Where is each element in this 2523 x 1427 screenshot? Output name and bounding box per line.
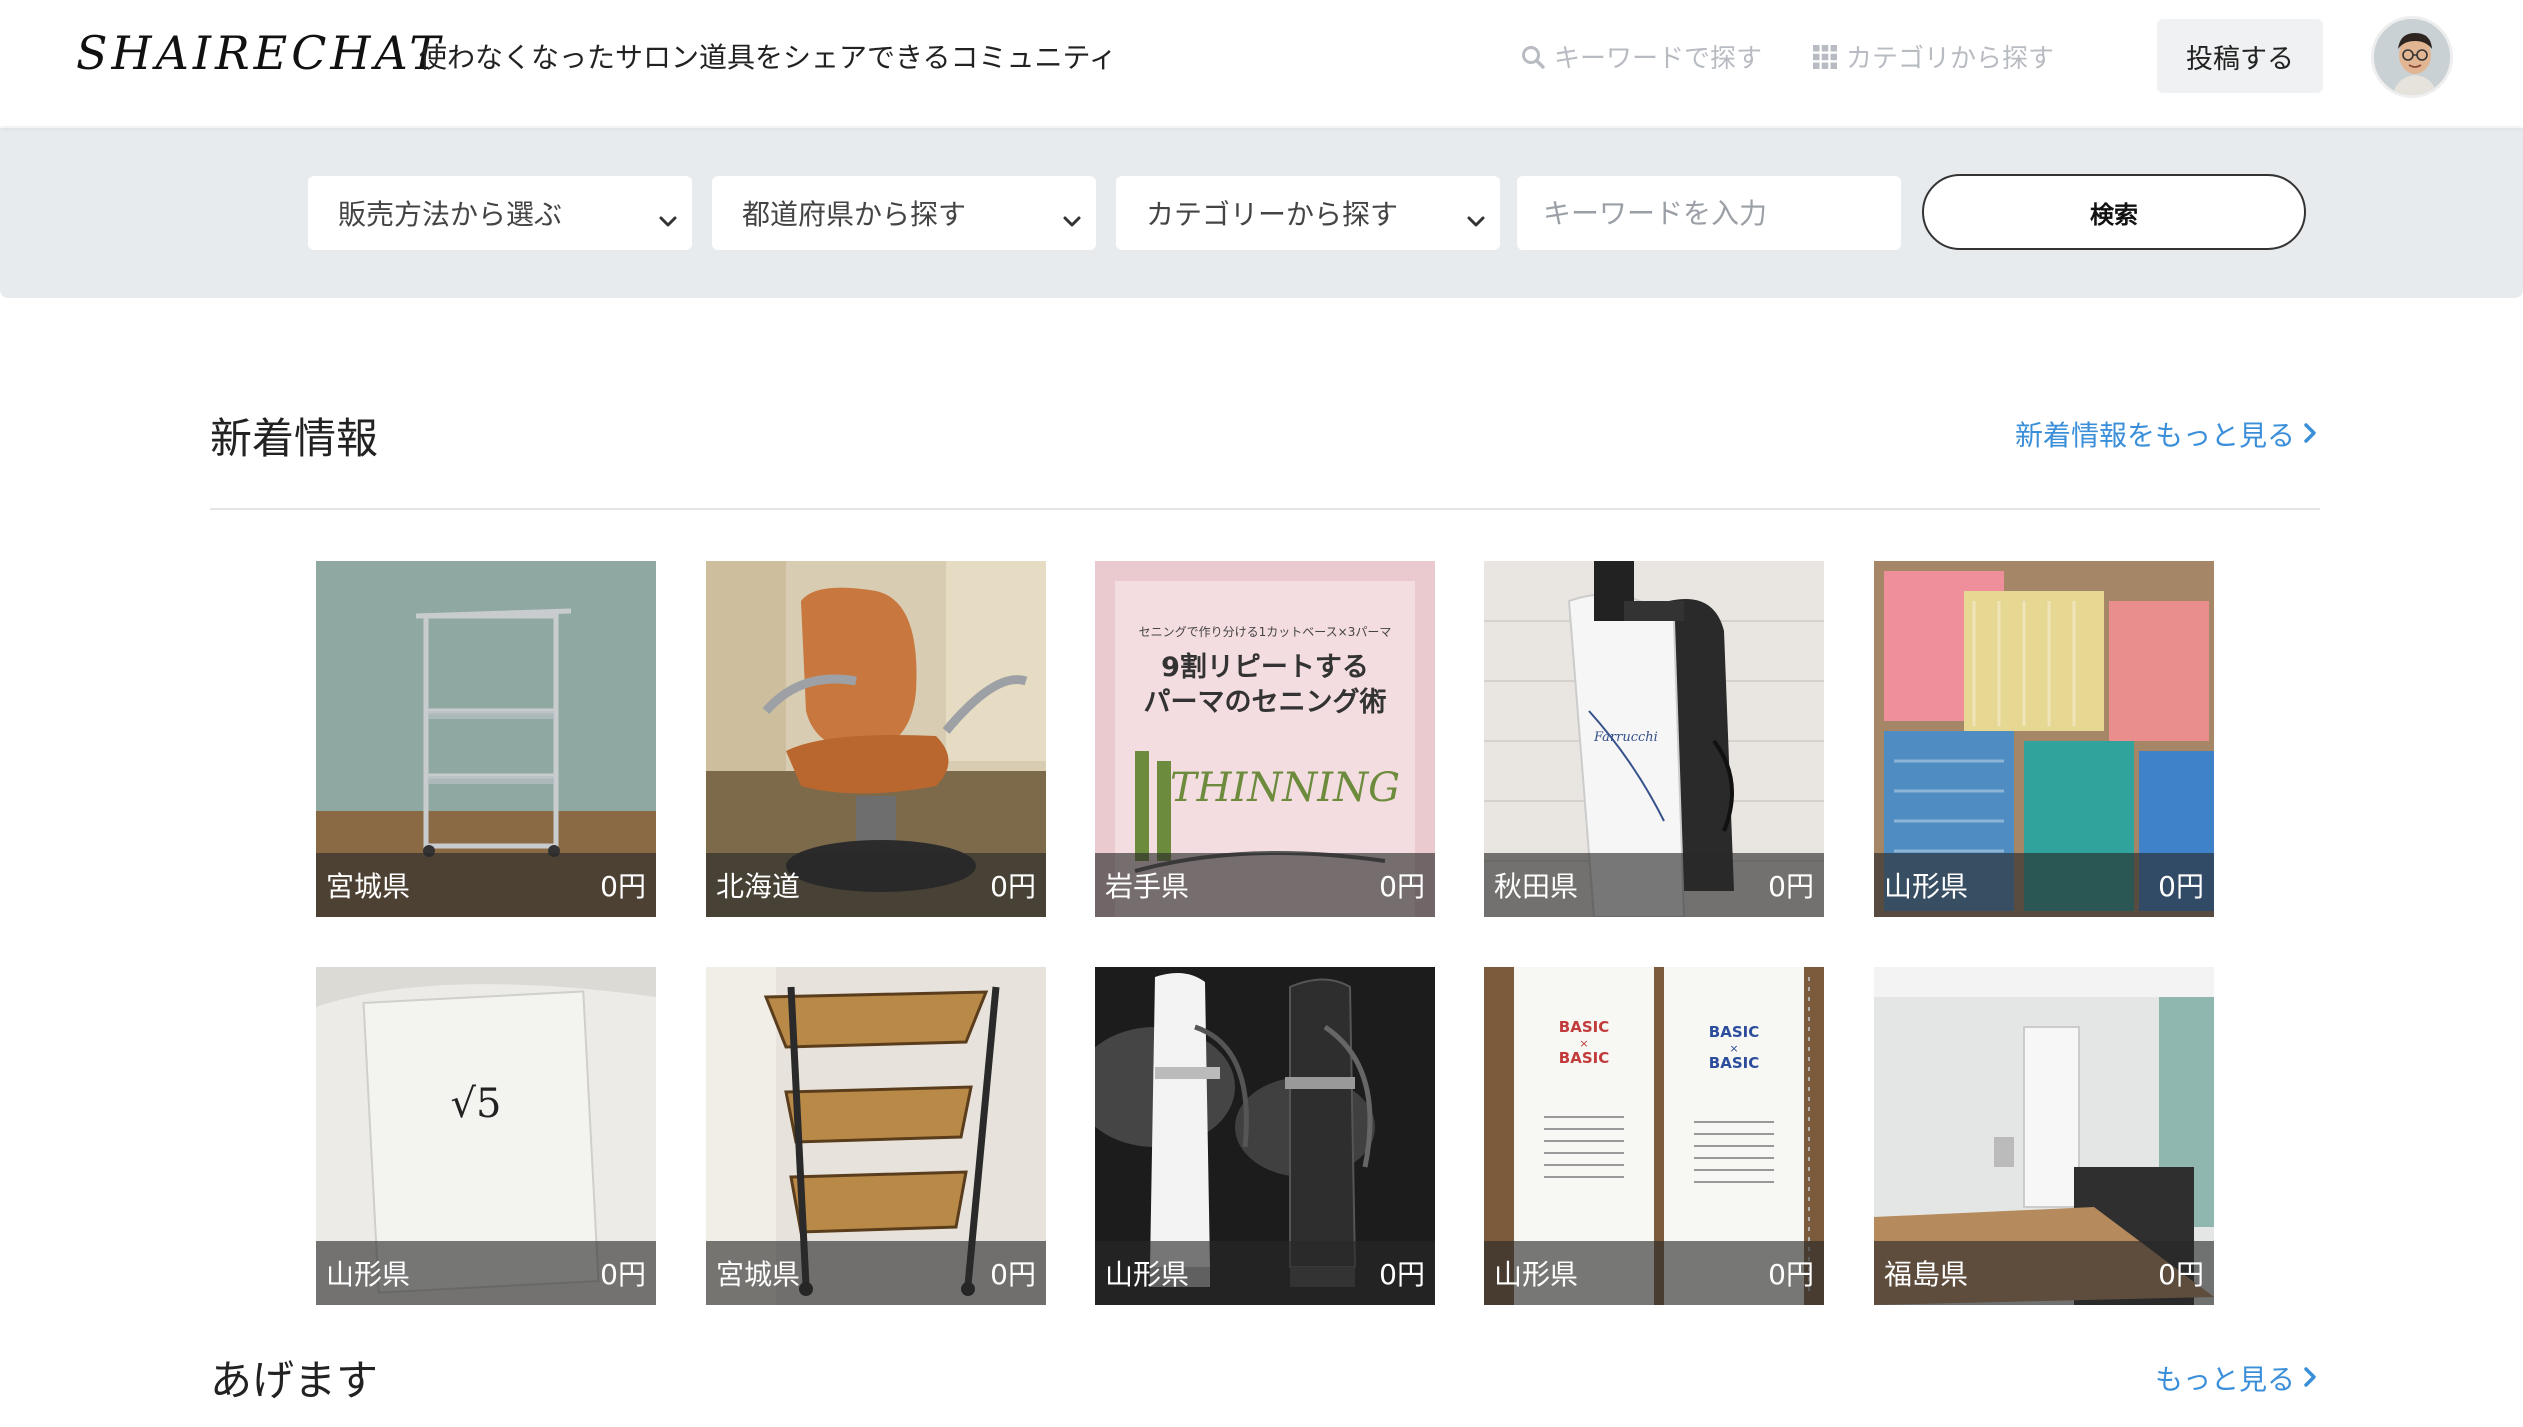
steamer-brand: Farrucchi <box>1593 730 1658 745</box>
chevron-right-icon <box>2303 418 2317 451</box>
item-prefecture: 宮城県 <box>326 870 411 903</box>
post-button[interactable]: 投稿する <box>2157 19 2323 93</box>
item-prefecture: 福島県 <box>1884 1258 1969 1291</box>
book-basic-4: BASIC <box>1709 1054 1759 1072</box>
item-info-bar: 北海道 0円 <box>706 853 1046 917</box>
item-card[interactable]: 宮城県 0円 <box>706 967 1046 1305</box>
item-price: 0円 <box>1768 1258 1814 1291</box>
prefecture-select[interactable]: 都道府県から探す <box>712 176 1096 250</box>
book-basic-1: BASIC <box>1559 1018 1609 1036</box>
item-card[interactable]: セニングで作り分ける1カットベース×3パーマ 9割リピートする パーマのセニング… <box>1095 561 1435 917</box>
category-select[interactable]: カテゴリーから探す <box>1116 176 1500 250</box>
item-card[interactable]: 山形県 0円 <box>1874 561 2214 917</box>
site-tagline: 使わなくなったサロン道具をシェアできるコミュニティ <box>419 41 1117 74</box>
sales-method-value: 販売方法から選ぶ <box>338 198 563 231</box>
prefecture-value: 都道府県から探す <box>742 198 967 231</box>
item-price: 0円 <box>1379 1258 1425 1291</box>
item-prefecture: 山形県 <box>1105 1258 1190 1291</box>
nav-category-label: カテゴリから探す <box>1846 44 2055 74</box>
site-logo[interactable]: SHAIRECHAT <box>76 26 444 80</box>
book-basic-3: BASIC <box>1709 1023 1759 1041</box>
search-panel: 販売方法から選ぶ 都道府県から探す カテゴリーから探す 検索 <box>0 128 2523 298</box>
item-price: 0円 <box>600 870 646 903</box>
giveaway-more-label: もっと見る <box>2154 1363 2295 1396</box>
item-info-bar: 宮城県 0円 <box>706 1241 1046 1305</box>
item-price: 0円 <box>2158 1258 2204 1291</box>
keyword-input[interactable] <box>1517 176 1901 250</box>
item-prefecture: 宮城県 <box>716 1258 801 1291</box>
search-icon <box>1520 44 1546 70</box>
book-sqrt5: √5 <box>451 1081 502 1127</box>
item-prefecture: 北海道 <box>716 870 801 903</box>
item-card[interactable]: Farrucchi 秋田県 0円 <box>1484 561 1824 917</box>
sales-method-select[interactable]: 販売方法から選ぶ <box>308 176 692 250</box>
book-title-line2: パーマのセニング術 <box>1144 686 1387 718</box>
item-card[interactable]: BASIC × BASIC BASIC × BASIC 山形県 0円 <box>1484 967 1824 1305</box>
item-info-bar: 山形県 0円 <box>1874 853 2214 917</box>
item-prefecture: 山形県 <box>1494 1258 1579 1291</box>
book-basic-2: BASIC <box>1559 1049 1609 1067</box>
search-button[interactable]: 検索 <box>1922 174 2306 250</box>
item-price: 0円 <box>1768 870 1814 903</box>
nav-category-search[interactable]: カテゴリから探す <box>1812 38 2054 75</box>
item-price: 0円 <box>1379 870 1425 903</box>
item-card[interactable]: 山形県 0円 <box>1095 967 1435 1305</box>
book-subtitle: セニングで作り分ける1カットベース×3パーマ <box>1139 625 1392 639</box>
user-avatar[interactable] <box>2371 16 2453 98</box>
item-info-bar: 福島県 0円 <box>1874 1241 2214 1305</box>
item-card[interactable]: 福島県 0円 <box>1874 967 2214 1305</box>
chevron-down-icon <box>658 204 678 237</box>
item-info-bar: 山形県 0円 <box>1095 1241 1435 1305</box>
item-prefecture: 岩手県 <box>1105 870 1190 903</box>
category-value: カテゴリーから探す <box>1146 198 1399 231</box>
section-divider <box>210 508 2320 510</box>
section-title-giveaway: あげます <box>210 1356 379 1405</box>
nav-keyword-label: キーワードで探す <box>1554 44 1763 74</box>
item-price: 0円 <box>990 1258 1036 1291</box>
item-card[interactable]: 北海道 0円 <box>706 561 1046 917</box>
book-word: THINNING <box>1170 765 1400 811</box>
section-title-new: 新着情報 <box>210 414 379 463</box>
new-more-link[interactable]: 新着情報をもっと見る <box>2015 414 2317 454</box>
chevron-right-icon <box>2303 1362 2317 1395</box>
item-prefecture: 山形県 <box>326 1258 411 1291</box>
item-price: 0円 <box>2158 870 2204 903</box>
item-card[interactable]: √5 山形県 0円 <box>316 967 656 1305</box>
item-price: 0円 <box>600 1258 646 1291</box>
item-info-bar: 山形県 0円 <box>1484 1241 1824 1305</box>
item-info-bar: 岩手県 0円 <box>1095 853 1435 917</box>
nav-keyword-search[interactable]: キーワードで探す <box>1520 38 1762 75</box>
item-prefecture: 秋田県 <box>1494 870 1579 903</box>
item-card[interactable]: 宮城県 0円 <box>316 561 656 917</box>
grid-icon <box>1812 44 1838 70</box>
chevron-down-icon <box>1466 204 1486 237</box>
item-prefecture: 山形県 <box>1884 870 1969 903</box>
item-info-bar: 秋田県 0円 <box>1484 853 1824 917</box>
item-info-bar: 山形県 0円 <box>316 1241 656 1305</box>
new-more-label: 新着情報をもっと見る <box>2014 419 2295 452</box>
chevron-down-icon <box>1062 204 1082 237</box>
item-info-bar: 宮城県 0円 <box>316 853 656 917</box>
book-title-line1: 9割リピートする <box>1161 651 1369 683</box>
giveaway-more-link[interactable]: もっと見る <box>2155 1358 2317 1398</box>
item-price: 0円 <box>990 870 1036 903</box>
site-header: SHAIRECHAT 使わなくなったサロン道具をシェアできるコミュニティ キーワ… <box>0 0 2523 126</box>
